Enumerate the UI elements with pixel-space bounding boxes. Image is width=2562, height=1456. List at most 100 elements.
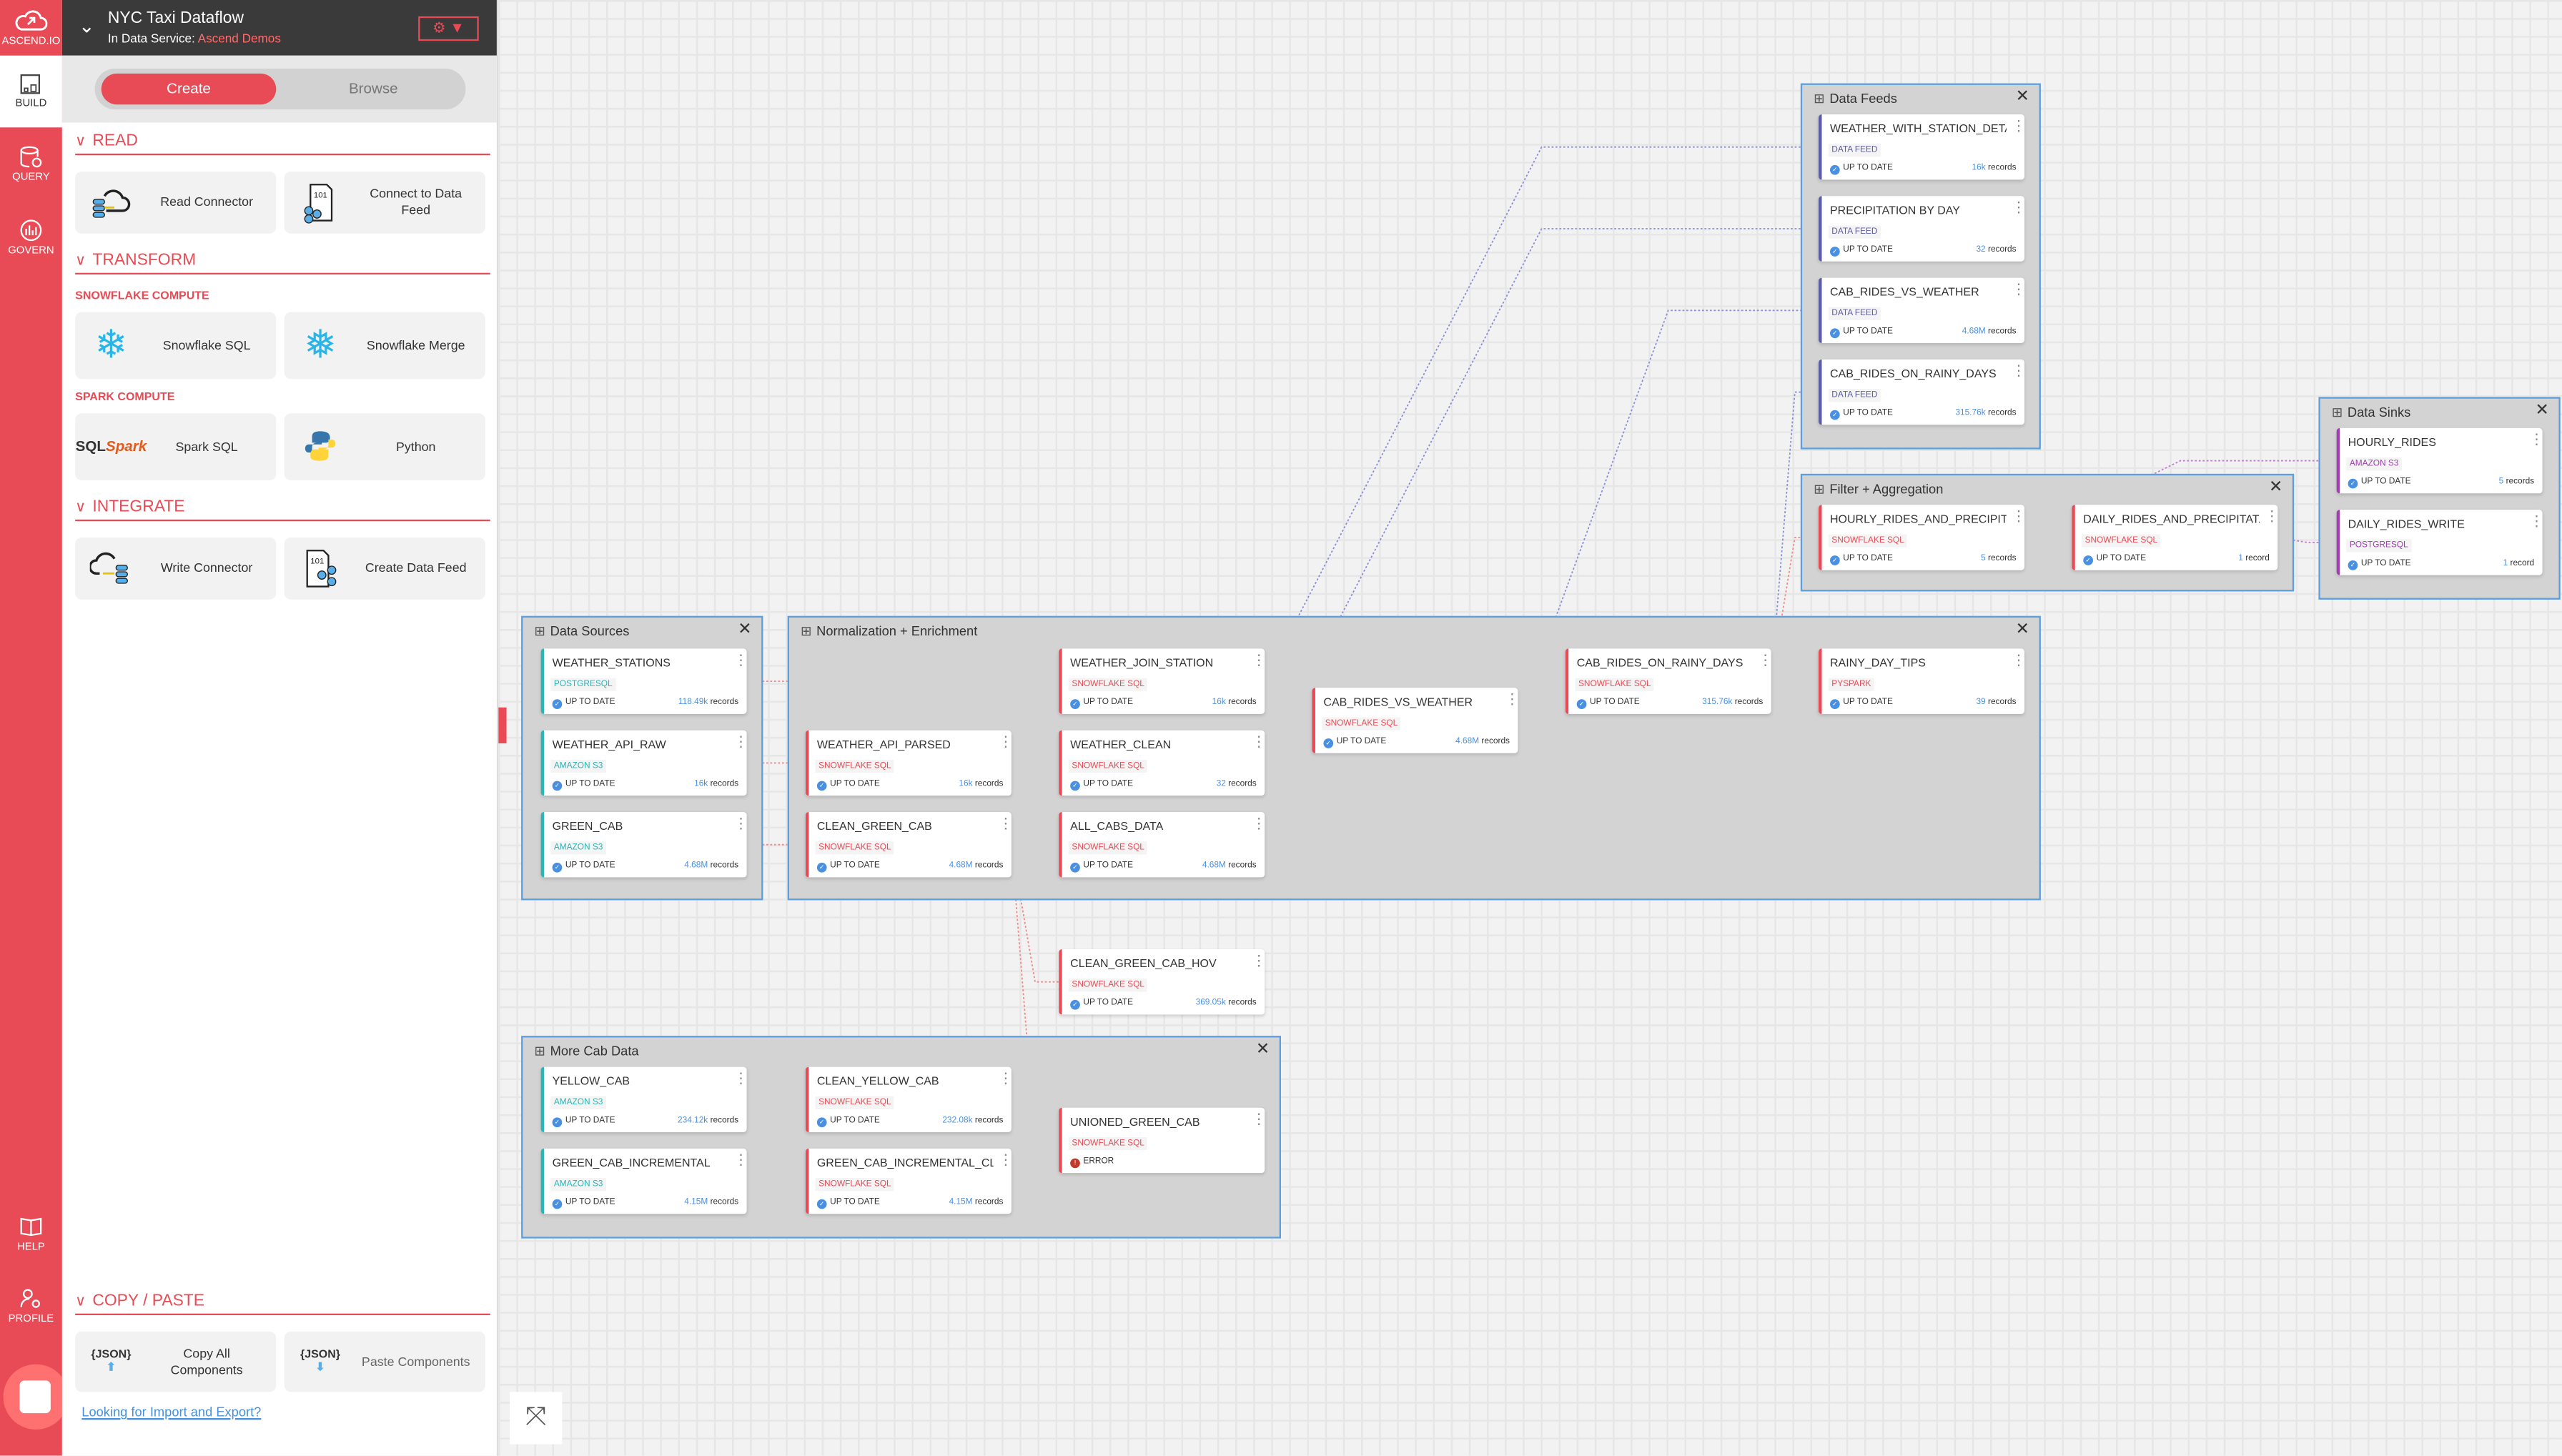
- node-wjs[interactable]: WEATHER_JOIN_STATION ⋮ SNOWFLAKE SQL ✓ UP TO…: [1059, 648, 1267, 714]
- record-count-value: 16k: [694, 779, 708, 789]
- more-options-icon[interactable]: ⋮: [2012, 364, 2027, 379]
- node-type-badge: SNOWFLAKE SQL: [815, 759, 895, 773]
- node-drw[interactable]: DAILY_RIDES_WRITE ⋮ POSTGRESQL ✓ UP TO DATE 1…: [2336, 510, 2544, 575]
- more-options-icon[interactable]: ⋮: [2529, 432, 2544, 447]
- node-gc[interactable]: GREEN_CAB ⋮ AMAZON S3 ✓ UP TO DATE 4.68M reco…: [540, 811, 748, 878]
- import-export-link[interactable]: Looking for Import and Export?: [81, 1405, 261, 1420]
- govern-chart-icon: [20, 219, 42, 242]
- collapse-group-icon[interactable]: ✕: [2269, 479, 2282, 497]
- section-integrate[interactable]: ∨ INTEGRATE: [75, 498, 490, 522]
- nav-profile[interactable]: PROFILE: [0, 1287, 62, 1325]
- node-f3[interactable]: CAB_RIDES_VS_WEATHER ⋮ DATA FEED ✓ UP TO DAT…: [1818, 277, 2027, 343]
- tile-label: Python: [395, 438, 436, 454]
- fit-to-screen-button[interactable]: ⤧: [510, 1392, 563, 1445]
- write-connector-tile[interactable]: Write Connector: [75, 537, 277, 600]
- spark-sql-tile[interactable]: SQL Spark Spark SQL: [75, 413, 277, 480]
- node-yc[interactable]: YELLOW_CAB ⋮ AMAZON S3 ✓ UP TO DATE 234.12k r…: [540, 1066, 748, 1132]
- nav-help[interactable]: HELP: [0, 1216, 62, 1253]
- more-options-icon[interactable]: ⋮: [733, 1153, 748, 1168]
- node-crr[interactable]: CAB_RIDES_ON_RAINY_DAYS ⋮ SNOWFLAKE SQL ✓ UP…: [1565, 648, 1773, 714]
- node-hov[interactable]: CLEAN_GREEN_CAB_HOV ⋮ SNOWFLAKE SQL ✓ UP TO …: [1059, 949, 1267, 1015]
- paste-components-tile[interactable]: {JSON} ⬇ Paste Components: [284, 1331, 485, 1392]
- more-options-icon[interactable]: ⋮: [999, 816, 1014, 831]
- ascend-logo[interactable]: ASCEND.IO: [0, 6, 62, 47]
- more-options-icon[interactable]: ⋮: [1252, 954, 1267, 969]
- more-options-icon[interactable]: ⋮: [733, 734, 748, 749]
- nav-govern[interactable]: GOVERN: [0, 219, 62, 257]
- dataflow-settings-button[interactable]: ⚙ ▼: [418, 16, 479, 41]
- node-ws[interactable]: WEATHER_STATIONS ⋮ POSTGRESQL ✓ UP TO DATE 11…: [540, 648, 748, 714]
- node-hrp[interactable]: HOURLY_RIDES_AND_PRECIPITA... ⋮ SNOWFLAKE …: [1818, 505, 2027, 570]
- python-tile[interactable]: Python: [284, 413, 485, 480]
- node-name: YELLOW_CAB: [552, 1076, 630, 1089]
- collapse-group-icon[interactable]: ✕: [1256, 1041, 1270, 1059]
- nav-query[interactable]: QUERY: [0, 145, 62, 183]
- more-options-icon[interactable]: ⋮: [733, 816, 748, 831]
- node-gcic[interactable]: GREEN_CAB_INCREMENTAL_CLEA... ⋮ SNOWFLAKE …: [805, 1148, 1014, 1214]
- copy-all-components-tile[interactable]: {JSON} ⬆ Copy All Components: [75, 1331, 277, 1392]
- node-type-badge: AMAZON S3: [550, 841, 606, 855]
- nav-build[interactable]: BUILD: [0, 55, 62, 128]
- node-f1[interactable]: WEATHER_WITH_STATION_DETAI... ⋮ DATA FEED ✓…: [1818, 114, 2027, 180]
- more-options-icon[interactable]: ⋮: [733, 653, 748, 668]
- record-count: 4.68M records: [1455, 737, 1510, 747]
- collapse-group-icon[interactable]: ✕: [2536, 402, 2549, 420]
- node-drp[interactable]: DAILY_RIDES_AND_PRECIPITAT... ⋮ SNOWFLAKE …: [2072, 505, 2280, 570]
- more-options-icon[interactable]: ⋮: [2529, 514, 2544, 529]
- more-options-icon[interactable]: ⋮: [1252, 1111, 1267, 1126]
- node-acd[interactable]: ALL_CABS_DATA ⋮ SNOWFLAKE SQL ✓ UP TO DATE 4.…: [1059, 811, 1267, 878]
- record-count: 16k records: [1212, 698, 1257, 708]
- dataflow-switcher-chevron-icon[interactable]: ⌄: [79, 15, 95, 38]
- node-crw[interactable]: CAB_RIDES_VS_WEATHER ⋮ SNOWFLAKE SQL ✓ UP TO…: [1312, 688, 1520, 753]
- collapse-panel-handle[interactable]: [498, 707, 507, 743]
- node-hr[interactable]: HOURLY_RIDES ⋮ AMAZON S3 ✓ UP TO DATE 5 recor…: [2336, 427, 2544, 494]
- more-options-icon[interactable]: ⋮: [2012, 282, 2027, 297]
- node-rdt[interactable]: RAINY_DAY_TIPS ⋮ PYSPARK ✓ UP TO DATE 39 reco…: [1818, 648, 2027, 714]
- chat-widget-button[interactable]: [3, 1364, 69, 1430]
- create-data-feed-tile[interactable]: 101 Create Data Feed: [284, 537, 485, 600]
- snowflake-sql-tile[interactable]: ❄ Snowflake SQL: [75, 312, 277, 380]
- node-war[interactable]: WEATHER_API_RAW ⋮ AMAZON S3 ✓ UP TO DATE 16k …: [540, 730, 748, 796]
- node-ugc[interactable]: UNIONED_GREEN_CAB ⋮ SNOWFLAKE SQL! ERROR: [1059, 1107, 1267, 1174]
- chevron-down-icon: ∨: [75, 251, 86, 268]
- collapse-group-icon[interactable]: ✕: [2016, 621, 2029, 639]
- snowflake-merge-tile[interactable]: ❅ Snowflake Merge: [284, 312, 485, 380]
- more-options-icon[interactable]: ⋮: [1252, 816, 1267, 831]
- data-service-name[interactable]: Ascend Demos: [198, 31, 281, 46]
- more-options-icon[interactable]: ⋮: [999, 734, 1014, 749]
- browse-tab[interactable]: Browse: [287, 74, 459, 104]
- node-wap[interactable]: WEATHER_API_PARSED ⋮ SNOWFLAKE SQL ✓ UP TO D…: [805, 730, 1014, 796]
- node-type-badge: SNOWFLAKE SQL: [1068, 1136, 1148, 1151]
- section-transform[interactable]: ∨ TRANSFORM: [75, 252, 490, 274]
- collapse-group-icon[interactable]: ✕: [738, 621, 751, 639]
- node-name: GREEN_CAB: [552, 821, 623, 833]
- record-count-value: 1: [2238, 553, 2243, 564]
- more-options-icon[interactable]: ⋮: [1252, 734, 1267, 749]
- status-label: UP TO DATE: [2096, 553, 2147, 564]
- more-options-icon[interactable]: ⋮: [999, 1071, 1014, 1086]
- more-options-icon[interactable]: ⋮: [2012, 509, 2027, 524]
- more-options-icon[interactable]: ⋮: [2012, 200, 2027, 215]
- record-count-unit: records: [1987, 327, 2017, 337]
- connect-data-feed-tile[interactable]: 101 Connect to Data Feed: [284, 171, 485, 234]
- node-gci[interactable]: GREEN_CAB_INCREMENTAL ⋮ AMAZON S3 ✓ UP TO DA…: [540, 1148, 748, 1214]
- more-options-icon[interactable]: ⋮: [2012, 119, 2027, 134]
- node-cgc[interactable]: CLEAN_GREEN_CAB ⋮ SNOWFLAKE SQL ✓ UP TO DATE…: [805, 811, 1014, 878]
- section-copy-paste[interactable]: ∨ COPY / PASTE: [75, 1292, 490, 1315]
- node-f4[interactable]: CAB_RIDES_ON_RAINY_DAYS ⋮ DATA FEED ✓ UP TO …: [1818, 359, 2027, 425]
- node-cyc[interactable]: CLEAN_YELLOW_CAB ⋮ SNOWFLAKE SQL ✓ UP TO DAT…: [805, 1066, 1014, 1132]
- section-read[interactable]: ∨ READ: [75, 132, 490, 156]
- more-options-icon[interactable]: ⋮: [2012, 653, 2027, 668]
- more-options-icon[interactable]: ⋮: [1252, 653, 1267, 668]
- more-options-icon[interactable]: ⋮: [1505, 692, 1520, 707]
- read-connector-tile[interactable]: Read Connector: [75, 171, 277, 234]
- create-tab[interactable]: Create: [101, 73, 277, 105]
- more-options-icon[interactable]: ⋮: [1758, 653, 1773, 668]
- more-options-icon[interactable]: ⋮: [999, 1153, 1014, 1168]
- collapse-group-icon[interactable]: ✕: [2016, 88, 2029, 106]
- node-f2[interactable]: PRECIPITATION BY DAY ⋮ DATA FEED ✓ UP TO DAT…: [1818, 196, 2027, 262]
- more-options-icon[interactable]: ⋮: [733, 1071, 748, 1086]
- group-title-text: More Cab Data: [550, 1044, 639, 1059]
- more-options-icon[interactable]: ⋮: [2265, 509, 2280, 524]
- node-wc[interactable]: WEATHER_CLEAN ⋮ SNOWFLAKE SQL ✓ UP TO DATE 32…: [1059, 730, 1267, 796]
